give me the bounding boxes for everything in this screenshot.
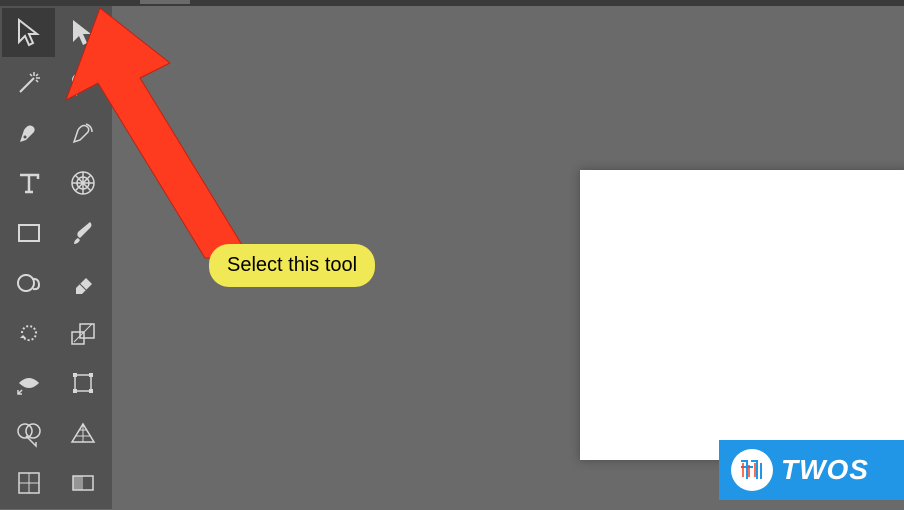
width-icon: [14, 368, 44, 398]
pen-icon: [14, 118, 44, 148]
gradient-icon: [68, 468, 98, 498]
direct-selection-arrow-icon: [70, 18, 96, 48]
free-transform-icon: [68, 368, 98, 398]
width-tool[interactable]: [2, 358, 55, 407]
watermark-text: TWOS: [781, 454, 869, 486]
free-transform-tool[interactable]: [56, 358, 109, 407]
rotate-icon: [14, 318, 44, 348]
shaper-icon: [14, 268, 44, 298]
top-menu-bar: [0, 0, 904, 6]
mesh-icon: [14, 468, 44, 498]
polar-grid-icon: [68, 168, 98, 198]
pen-tool[interactable]: [2, 108, 55, 157]
watermark-logo-icon: [731, 449, 773, 491]
magic-wand-icon: [14, 68, 44, 98]
selection-arrow-icon: [16, 18, 42, 48]
magic-wand-tool[interactable]: [2, 58, 55, 107]
lasso-tool[interactable]: [56, 58, 109, 107]
shaper-tool[interactable]: [2, 258, 55, 307]
gradient-tool[interactable]: [56, 458, 109, 507]
rectangle-icon: [14, 218, 44, 248]
mesh-tool[interactable]: [2, 458, 55, 507]
paintbrush-tool[interactable]: [56, 208, 109, 257]
scale-tool[interactable]: [56, 308, 109, 357]
rotate-tool[interactable]: [2, 308, 55, 357]
perspective-grid-icon: [68, 418, 98, 448]
annotation-label: Select this tool: [209, 244, 375, 287]
type-tool[interactable]: [2, 158, 55, 207]
scale-icon: [68, 318, 98, 348]
watermark-badge: TWOS: [719, 440, 904, 500]
direct-selection-tool[interactable]: [56, 8, 109, 57]
polar-grid-tool[interactable]: [56, 158, 109, 207]
shape-builder-icon: [14, 418, 44, 448]
artboard[interactable]: [580, 170, 904, 460]
eraser-icon: [68, 268, 98, 298]
eraser-tool[interactable]: [56, 258, 109, 307]
perspective-grid-tool[interactable]: [56, 408, 109, 457]
selection-tool[interactable]: [2, 8, 55, 57]
paintbrush-icon: [68, 218, 98, 248]
shape-builder-tool[interactable]: [2, 408, 55, 457]
curvature-tool[interactable]: [56, 108, 109, 157]
rectangle-tool[interactable]: [2, 208, 55, 257]
type-icon: [14, 168, 44, 198]
lasso-icon: [68, 68, 98, 98]
curvature-icon: [68, 118, 98, 148]
tools-panel: [0, 6, 112, 509]
